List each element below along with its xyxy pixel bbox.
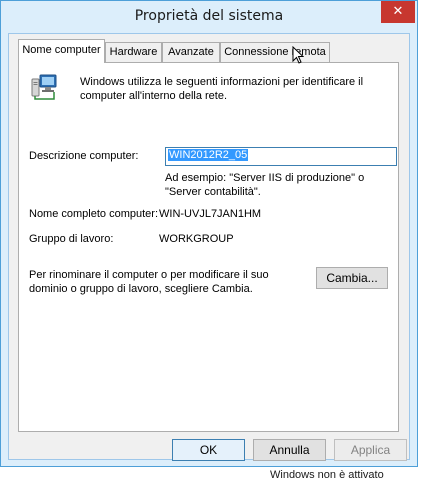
activation-watermark-text: Windows non è attivato bbox=[270, 469, 384, 481]
cancel-button[interactable]: Annulla bbox=[253, 439, 326, 461]
change-button[interactable]: Cambia... bbox=[316, 267, 388, 289]
description-value: WIN2012R2_05 bbox=[168, 149, 249, 161]
ok-button[interactable]: OK bbox=[172, 439, 245, 461]
dialog-content: Nome computer Hardware Avanzate Connessi… bbox=[8, 33, 410, 461]
intro-text: Windows utilizza le seguenti informazion… bbox=[80, 76, 364, 102]
full-name-value: WIN-UVJL7JAN1HM bbox=[159, 208, 262, 220]
tab-avanzate[interactable]: Avanzate bbox=[162, 42, 220, 62]
apply-button[interactable]: Applica bbox=[334, 439, 407, 461]
full-name-label: Nome completo computer: bbox=[29, 208, 158, 220]
close-button[interactable]: ✕ bbox=[381, 1, 415, 23]
title-bar[interactable]: Proprietà del sistema ✕ bbox=[1, 1, 417, 33]
workgroup-value: WORKGROUP bbox=[159, 233, 234, 245]
rename-text: Per rinominare il computer o per modific… bbox=[29, 269, 269, 295]
tab-nome-computer[interactable]: Nome computer bbox=[18, 39, 105, 63]
mouse-pointer-icon bbox=[292, 46, 304, 64]
description-label: Descrizione computer: bbox=[29, 150, 139, 162]
close-icon: ✕ bbox=[392, 4, 404, 19]
workgroup-label: Gruppo di lavoro: bbox=[29, 233, 114, 245]
tab-connessione-remota[interactable]: Connessione remota bbox=[220, 42, 330, 62]
window-title: Proprietà del sistema bbox=[134, 8, 284, 24]
computer-network-icon bbox=[31, 74, 57, 100]
desktop-background: Windows non è attivato bbox=[0, 467, 422, 481]
tab-hardware[interactable]: Hardware bbox=[105, 42, 162, 62]
example-text: Ad esempio: "Server IIS di produzione" o… bbox=[165, 172, 365, 198]
description-field[interactable]: WIN2012R2_05 bbox=[165, 147, 397, 166]
tab-panel-nome-computer: Windows utilizza le seguenti informazion… bbox=[18, 62, 399, 432]
system-properties-window: Proprietà del sistema ✕ Nome computer Ha… bbox=[0, 0, 418, 467]
